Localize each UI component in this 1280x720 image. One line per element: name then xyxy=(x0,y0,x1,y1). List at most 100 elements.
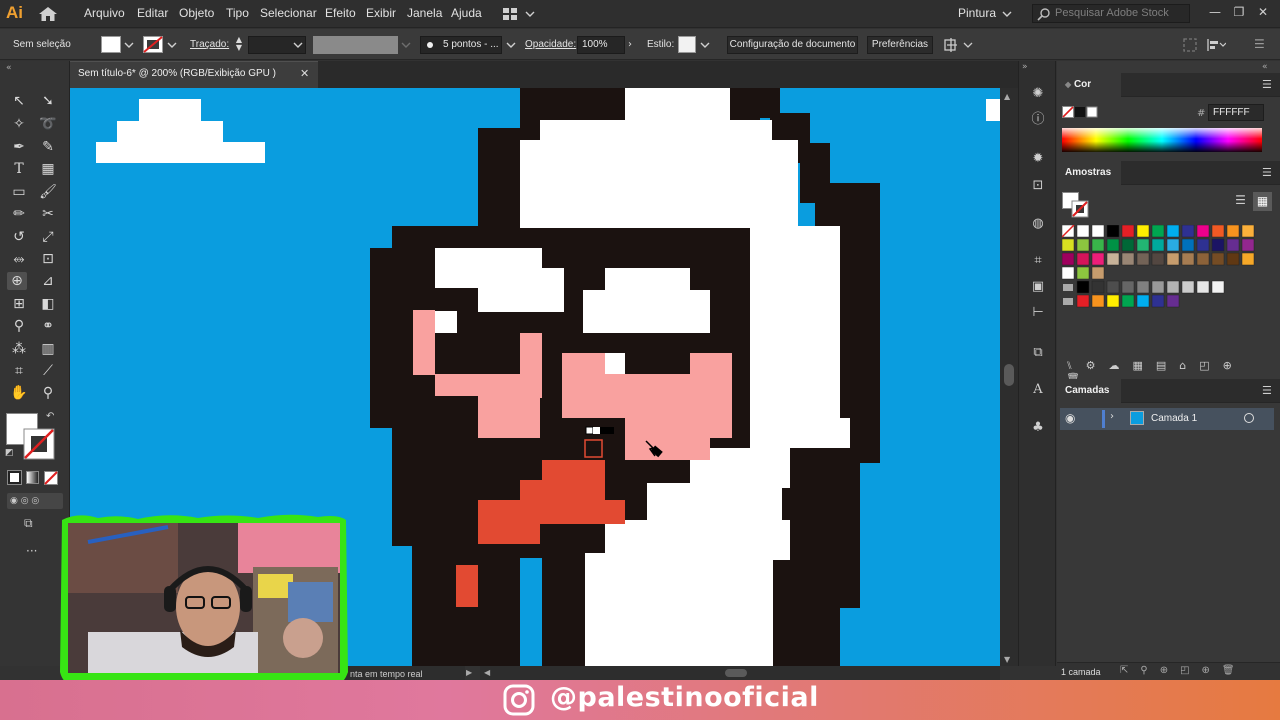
chevron-down-icon[interactable] xyxy=(1002,10,1012,18)
swatch[interactable] xyxy=(1136,225,1150,238)
stroke-color-box[interactable] xyxy=(23,428,55,460)
layers-panel-tab[interactable]: Camadas xyxy=(1057,379,1121,403)
swatch[interactable] xyxy=(1241,238,1255,252)
magic-wand-tool-icon[interactable]: ✧ xyxy=(9,115,29,133)
pathfinder-icon[interactable]: ⧉ xyxy=(1028,344,1048,362)
grid-tool-icon[interactable]: ▦ xyxy=(38,160,58,178)
swatch[interactable] xyxy=(1181,225,1195,238)
default-colors-icon[interactable]: ◩ xyxy=(5,448,14,458)
swatch-actions-bar[interactable]: ⑊⚙☁▦▤⌂◰⊕🗑 xyxy=(1066,359,1266,385)
drawing-modes-icon[interactable]: ◉ ◎ ◎ xyxy=(7,493,63,509)
swatch[interactable] xyxy=(1166,294,1180,308)
hand-tool-icon[interactable]: ✋ xyxy=(9,384,29,402)
symbols-icon[interactable]: ♣ xyxy=(1028,419,1048,437)
paintbrush-tool-icon[interactable]: 🖌 xyxy=(38,183,58,201)
align-dock-icon[interactable]: ⊢ xyxy=(1028,304,1048,322)
close-button[interactable]: ✕ xyxy=(1254,3,1272,21)
menu-selecionar[interactable]: Selecionar xyxy=(260,6,317,20)
artboard-tool-icon[interactable]: ⌗ xyxy=(9,362,29,380)
control-bar-menu-icon[interactable]: ☰ xyxy=(1254,37,1265,51)
scroll-up-icon[interactable]: ▲ xyxy=(1004,92,1010,101)
workspace-switcher[interactable]: Pintura xyxy=(958,6,996,20)
swatch[interactable] xyxy=(1136,252,1150,266)
collapse-tools-icon[interactable]: « xyxy=(6,63,12,73)
visibility-eye-icon[interactable]: ◉ xyxy=(1065,411,1075,425)
scroll-left-icon[interactable]: ▶ xyxy=(466,668,472,677)
lasso-tool-icon[interactable]: ➰ xyxy=(38,115,58,133)
gradient-mode-icon[interactable] xyxy=(26,471,39,484)
swatch[interactable] xyxy=(1091,225,1105,238)
swatch[interactable] xyxy=(1226,238,1240,252)
swatch[interactable] xyxy=(1151,252,1165,266)
character-icon[interactable]: A xyxy=(1028,381,1048,399)
swatch[interactable] xyxy=(1136,238,1150,252)
width-tool-icon[interactable]: ⥈ xyxy=(9,250,29,268)
pencil-tool-icon[interactable]: ✏ xyxy=(9,205,29,223)
swatch[interactable] xyxy=(1211,280,1225,294)
restore-button[interactable]: ❐ xyxy=(1230,3,1248,21)
graphic-style-swatch[interactable] xyxy=(678,36,696,53)
vertical-scroll-thumb[interactable] xyxy=(1004,364,1014,386)
swatch[interactable] xyxy=(1121,294,1135,308)
fill-stroke-indicator[interactable] xyxy=(1062,106,1098,119)
swatch[interactable] xyxy=(1106,225,1120,238)
stock-search-input[interactable]: Pesquisar Adobe Stock xyxy=(1032,4,1190,23)
color-panel-tab[interactable]: ◆ Cor xyxy=(1057,73,1121,97)
perspective-grid-tool-icon[interactable]: ⊿ xyxy=(38,272,58,290)
swatch[interactable] xyxy=(1091,252,1105,266)
selection-tool-icon[interactable]: ↖ xyxy=(9,92,29,110)
swatch[interactable] xyxy=(1106,280,1120,294)
collapse-dock-icon[interactable]: » xyxy=(1022,62,1028,72)
swatch[interactable] xyxy=(1136,280,1150,294)
swatch[interactable] xyxy=(1121,280,1135,294)
swatch[interactable] xyxy=(1121,238,1135,252)
align-options-icon[interactable] xyxy=(944,37,974,53)
thumbnail-view-icon[interactable]: ▦ xyxy=(1253,192,1272,211)
scroll-down-icon[interactable]: ▼ xyxy=(1004,655,1010,664)
gradient-panel-icon[interactable]: ▣ xyxy=(1028,278,1048,296)
transform-panel-icon[interactable]: ⌗ xyxy=(1028,252,1048,270)
swatch[interactable] xyxy=(1196,252,1210,266)
swatch[interactable] xyxy=(1062,238,1075,252)
blend-tool-icon[interactable]: ⚭ xyxy=(38,317,58,335)
document-setup-button[interactable]: Configuração de documento xyxy=(727,36,858,54)
swatch[interactable] xyxy=(1166,225,1180,238)
scale-tool-icon[interactable]: ⤢ xyxy=(38,228,58,246)
swatches-panel-menu-icon[interactable]: ☰ xyxy=(1262,161,1272,185)
fill-dropdown-icon[interactable] xyxy=(124,41,134,49)
swatch[interactable] xyxy=(1091,266,1105,280)
appearance-icon[interactable]: ✹ xyxy=(1028,150,1048,168)
color-mode-icon[interactable] xyxy=(7,470,22,485)
slice-tool-icon[interactable]: ⟋ xyxy=(38,362,58,380)
swatch[interactable] xyxy=(1166,238,1180,252)
rectangle-tool-icon[interactable]: ▭ xyxy=(9,183,29,201)
swatches-grid[interactable] xyxy=(1062,225,1274,309)
swatch[interactable] xyxy=(1076,225,1090,238)
close-tab-icon[interactable]: ✕ xyxy=(300,67,309,80)
eyedropper-tool-icon[interactable]: ⚲ xyxy=(9,317,29,335)
gradient-tool-icon[interactable]: ◧ xyxy=(38,295,58,313)
color-guide-icon[interactable]: ✺ xyxy=(1028,85,1048,103)
none-mode-icon[interactable] xyxy=(44,471,58,485)
free-transform-tool-icon[interactable]: ⊡ xyxy=(38,250,58,268)
swatch[interactable] xyxy=(1241,252,1255,266)
symbol-sprayer-tool-icon[interactable]: ⁂ xyxy=(9,340,29,358)
swatches-panel-tab[interactable]: Amostras xyxy=(1057,161,1121,185)
horizontal-scroll-thumb[interactable] xyxy=(725,669,747,677)
menu-efeito[interactable]: Efeito xyxy=(325,6,356,20)
swatch[interactable] xyxy=(1106,294,1120,308)
swatch[interactable] xyxy=(1166,252,1180,266)
menu-tipo[interactable]: Tipo xyxy=(226,6,249,20)
arrange-documents-icon[interactable] xyxy=(503,7,537,21)
swatch[interactable] xyxy=(1076,294,1090,308)
variable-width-profile[interactable] xyxy=(313,36,398,54)
menu-arquivo[interactable]: Arquivo xyxy=(84,6,125,20)
type-tool-icon[interactable]: T xyxy=(9,160,29,178)
transform-icon[interactable] xyxy=(1183,38,1197,52)
swatch[interactable] xyxy=(1106,238,1120,252)
swatch[interactable] xyxy=(1121,225,1135,238)
swatch[interactable] xyxy=(1151,294,1165,308)
fill-swatch[interactable] xyxy=(101,36,121,53)
swatch[interactable] xyxy=(1076,238,1090,252)
swatch[interactable] xyxy=(1106,252,1120,266)
